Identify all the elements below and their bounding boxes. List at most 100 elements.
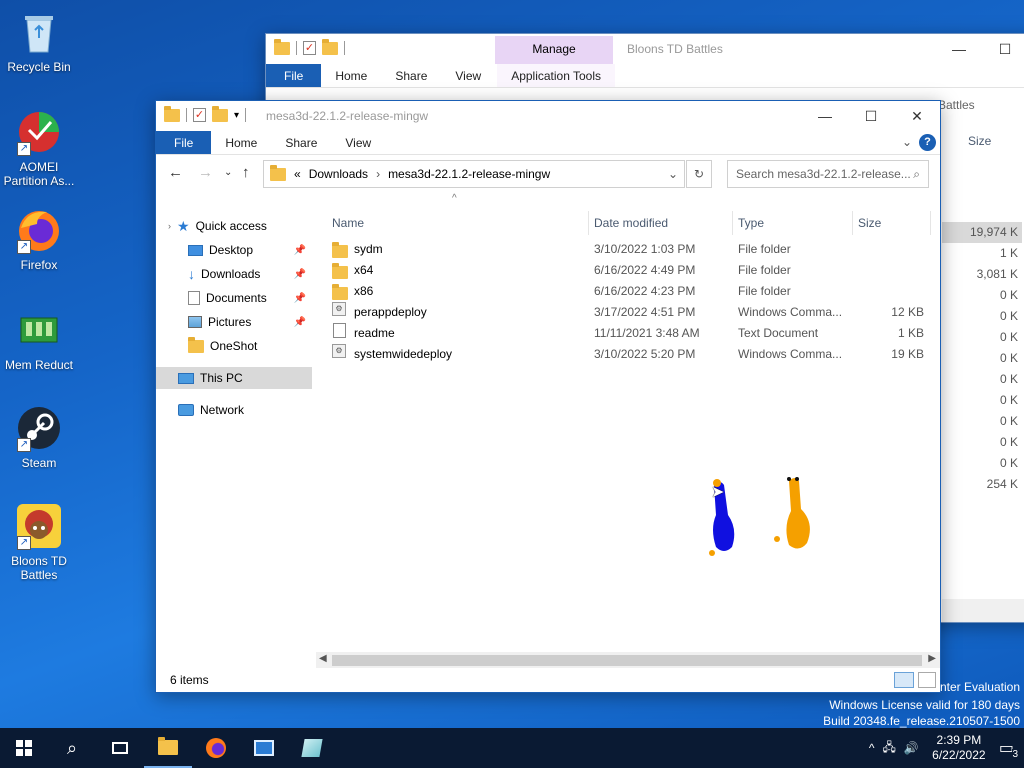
customize-toolbar-icon[interactable]: ▾ bbox=[234, 110, 239, 121]
pin-icon[interactable]: 📌 bbox=[294, 293, 306, 304]
volume-icon[interactable]: 🔊 bbox=[904, 741, 919, 755]
clock[interactable]: 2:39 PM 6/22/2022 bbox=[927, 733, 991, 763]
properties-icon[interactable]: ✓ bbox=[303, 41, 316, 55]
minimize-icon[interactable]: — bbox=[802, 101, 848, 131]
folder-icon bbox=[332, 242, 348, 258]
window-titlebar[interactable]: ✓ ▾ mesa3d-22.1.2-release-mingw — ☐ ✕ bbox=[156, 101, 940, 131]
table-row[interactable]: x64 6/16/2022 4:49 PM File folder bbox=[316, 260, 932, 281]
column-header-size[interactable]: Size bbox=[858, 211, 881, 235]
tab-view[interactable]: View bbox=[441, 64, 495, 87]
clock-date: 6/22/2022 bbox=[932, 748, 986, 762]
desktop-icon-label: Recycle Bin bbox=[7, 60, 71, 74]
window-title: mesa3d-22.1.2-release-mingw bbox=[266, 109, 429, 123]
taskbar-app[interactable] bbox=[288, 728, 336, 768]
search-box[interactable]: Search mesa3d-22.1.2-release... ⌕ bbox=[727, 160, 929, 188]
properties-icon[interactable]: ✓ bbox=[193, 108, 206, 122]
file-size: 19 KB bbox=[891, 347, 924, 361]
help-icon[interactable]: ? bbox=[919, 134, 936, 151]
tab-home[interactable]: Home bbox=[211, 131, 271, 154]
folder-icon bbox=[274, 38, 290, 55]
desktop-icon-recycle-bin[interactable]: Recycle Bin bbox=[0, 8, 78, 74]
scroll-left-icon[interactable]: ◀ bbox=[319, 653, 327, 664]
nav-quick-access[interactable]: › ★ Quick access bbox=[156, 215, 312, 237]
explorer-window[interactable]: ✓ ▾ mesa3d-22.1.2-release-mingw — ☐ ✕ Fi… bbox=[155, 100, 941, 693]
table-row[interactable]: ⚙ perappdeploy 3/17/2022 4:51 PM Windows Co… bbox=[316, 302, 932, 323]
aomei-icon: ↗ bbox=[15, 108, 63, 156]
folder-icon bbox=[164, 105, 180, 122]
tab-file[interactable]: File bbox=[156, 131, 212, 154]
start-button[interactable] bbox=[0, 728, 48, 768]
scrollbar-thumb[interactable] bbox=[332, 655, 922, 666]
show-hidden-icons-icon[interactable]: ^ bbox=[869, 741, 875, 755]
pin-icon[interactable]: 📌 bbox=[294, 245, 306, 256]
nav-this-pc[interactable]: This PC bbox=[156, 367, 312, 389]
nav-pictures[interactable]: Pictures 📌 bbox=[156, 311, 312, 333]
expand-ribbon-icon[interactable]: ⌄ bbox=[902, 135, 912, 149]
file-date: 6/16/2022 4:23 PM bbox=[594, 284, 696, 298]
refresh-button[interactable]: ↻ bbox=[686, 160, 712, 188]
back-scrollbar[interactable] bbox=[942, 599, 1024, 622]
nav-documents[interactable]: Documents 📌 bbox=[156, 287, 312, 309]
back-size-cell: 0 K bbox=[999, 309, 1018, 323]
horizontal-scrollbar[interactable]: ◀ ▶ bbox=[316, 652, 940, 668]
server-manager-icon bbox=[254, 740, 274, 756]
desktop-icon-bloons[interactable]: ↗ Bloons TD Battles bbox=[0, 502, 78, 582]
recent-locations-icon[interactable]: ⌄ bbox=[224, 167, 232, 178]
network-status-icon[interactable]: 🖧 bbox=[883, 738, 896, 759]
forward-arrow-icon[interactable]: → bbox=[198, 164, 213, 181]
table-row[interactable]: readme 11/11/2021 3:48 AM Text Document 1 K… bbox=[316, 323, 932, 344]
search-input[interactable]: Search mesa3d-22.1.2-release... bbox=[736, 167, 911, 181]
breadcrumb-current[interactable]: mesa3d-22.1.2-release-mingw bbox=[388, 167, 550, 181]
pin-icon[interactable]: 📌 bbox=[294, 269, 306, 280]
breadcrumb-downloads[interactable]: Downloads bbox=[309, 167, 368, 181]
task-view-button[interactable] bbox=[96, 728, 144, 768]
taskbar-file-explorer[interactable] bbox=[144, 728, 192, 768]
desktop-icon-aomei[interactable]: ↗ AOMEI Partition As... bbox=[0, 108, 78, 188]
batch-file-icon: ⚙ bbox=[332, 302, 346, 316]
column-header-name[interactable]: Name bbox=[332, 211, 364, 235]
tab-application-tools[interactable]: Application Tools bbox=[497, 64, 616, 87]
desktop-icon-label: Mem Reduct bbox=[4, 358, 74, 372]
desktop-icon-firefox[interactable]: ↗ Firefox bbox=[0, 206, 78, 272]
taskbar-server-manager[interactable] bbox=[240, 728, 288, 768]
desktop-icon-label: AOMEI Partition As... bbox=[3, 160, 75, 188]
desktop-icon-mem-reduct[interactable]: Mem Reduct bbox=[0, 306, 78, 372]
new-folder-icon[interactable] bbox=[322, 38, 338, 55]
notifications-button[interactable]: ▭ 3 bbox=[999, 738, 1018, 760]
manage-tab-group[interactable]: Manage bbox=[495, 36, 613, 64]
nav-oneshot[interactable]: OneShot bbox=[156, 335, 312, 357]
up-arrow-icon[interactable]: ↑ bbox=[242, 164, 250, 181]
column-header-type[interactable]: Type bbox=[738, 211, 764, 235]
search-button[interactable]: ⌕ bbox=[48, 728, 96, 768]
pin-icon[interactable]: 📌 bbox=[294, 317, 306, 328]
nav-network[interactable]: Network bbox=[156, 399, 312, 421]
maximize-icon[interactable]: ☐ bbox=[848, 101, 894, 131]
file-explorer-icon bbox=[158, 736, 178, 755]
minimize-icon[interactable]: — bbox=[936, 34, 982, 64]
table-row[interactable]: ⚙ systemwidedeploy 3/10/2022 5:20 PM Window… bbox=[316, 344, 932, 365]
tab-file[interactable]: File bbox=[266, 64, 322, 87]
nav-desktop[interactable]: Desktop 📌 bbox=[156, 239, 312, 261]
maximize-icon[interactable]: ☐ bbox=[982, 34, 1024, 64]
tab-share[interactable]: Share bbox=[271, 131, 331, 154]
expand-icon[interactable]: › bbox=[168, 221, 171, 231]
column-header-date[interactable]: Date modified bbox=[594, 211, 668, 235]
taskbar-firefox[interactable] bbox=[192, 728, 240, 768]
desktop-icon-steam[interactable]: ↗ Steam bbox=[0, 404, 78, 470]
address-overflow[interactable]: « bbox=[294, 167, 301, 181]
back-arrow-icon[interactable]: ← bbox=[168, 164, 183, 181]
table-row[interactable]: x86 6/16/2022 4:23 PM File folder bbox=[316, 281, 932, 302]
scroll-right-icon[interactable]: ▶ bbox=[928, 653, 936, 664]
tab-home[interactable]: Home bbox=[321, 64, 381, 87]
back-window-titlebar[interactable]: ✓ Manage Bloons TD Battles — ☐ ✕ bbox=[266, 34, 1024, 64]
evaluation-watermark: nter Evaluation Windows License valid fo… bbox=[823, 680, 1020, 728]
tab-view[interactable]: View bbox=[331, 131, 385, 154]
mem-reduct-icon bbox=[15, 306, 63, 354]
address-dropdown-icon[interactable]: ⌄ bbox=[668, 167, 678, 181]
table-row[interactable]: sydm 3/10/2022 1:03 PM File folder bbox=[316, 239, 932, 260]
address-bar[interactable]: « Downloads › mesa3d-22.1.2-release-ming… bbox=[263, 160, 685, 188]
new-folder-icon[interactable] bbox=[212, 105, 228, 122]
tab-share[interactable]: Share bbox=[381, 64, 441, 87]
close-icon[interactable]: ✕ bbox=[894, 101, 940, 131]
nav-downloads[interactable]: ↓ Downloads 📌 bbox=[156, 263, 312, 285]
